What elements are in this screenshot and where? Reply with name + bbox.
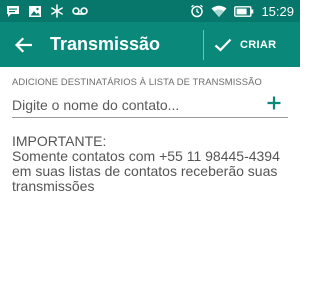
status-bar: 15:29 [0,0,300,22]
alarm-icon [190,4,204,18]
arrow-left-icon [14,37,33,53]
back-button[interactable] [8,30,38,60]
notice-line: transmissões [12,178,95,194]
system-icons: 15:29 [190,2,294,20]
input-underline [12,117,288,118]
image-icon [28,5,42,18]
message-icon [6,5,20,18]
notice-line: Somente contatos com +55 11 98445-4394 [12,148,280,164]
battery-icon [234,5,254,17]
check-icon [214,38,232,52]
app-bar: Transmissão CRIAR [0,22,300,67]
snowflake-icon [50,4,64,18]
page-title: Transmissão [50,34,161,54]
notification-icons [6,3,88,19]
voicemail-icon [72,6,88,16]
notice-line: em suas listas de contatos receberão sua… [12,163,278,179]
clock: 15:29 [261,3,294,19]
divider [203,30,204,60]
important-notice: IMPORTANTE: Somente contatos com +55 11 … [12,134,292,194]
create-button-label: CRIAR [240,39,277,51]
recipients-section-label: ADICIONE DESTINATÁRIOS À LISTA DE TRANSM… [12,76,262,87]
contact-search-input[interactable] [12,94,252,116]
screen: 15:29 Transmissão CRIAR ADICIONE DESTINA… [0,0,300,300]
add-contact-button[interactable] [264,93,284,113]
create-button[interactable]: CRIAR [214,30,294,60]
wifi-icon [211,5,227,18]
plus-icon [267,96,281,110]
notice-heading: IMPORTANTE: [12,133,107,149]
